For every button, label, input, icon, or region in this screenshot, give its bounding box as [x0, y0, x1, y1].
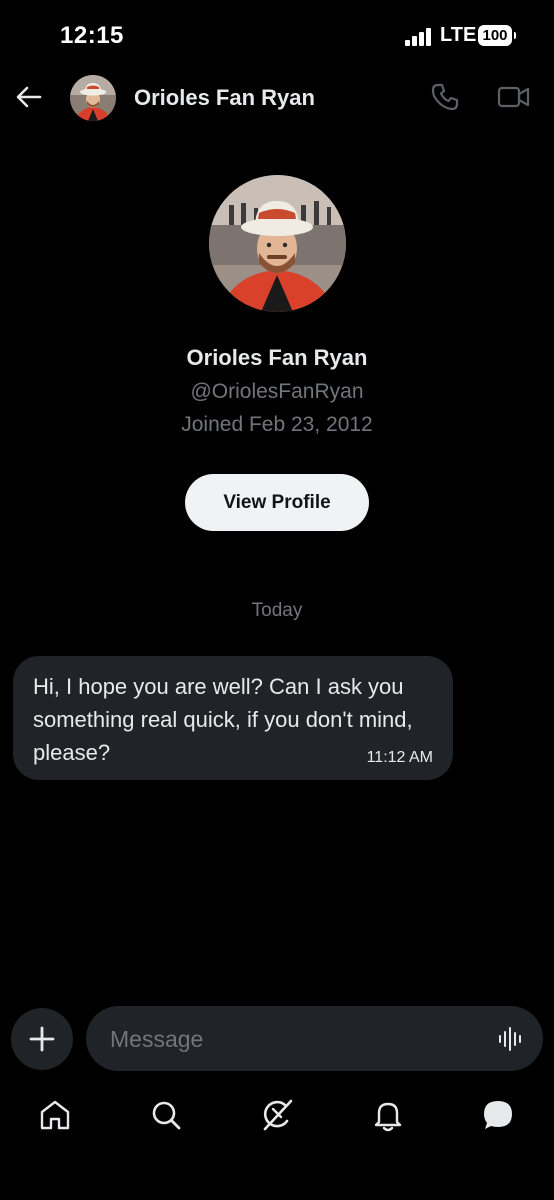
home-indicator — [205, 1185, 349, 1190]
battery-icon: 100 — [478, 25, 516, 46]
arrow-left-icon[interactable] — [14, 82, 44, 112]
profile-handle: @OriolesFanRyan — [190, 380, 364, 403]
bell-icon[interactable] — [370, 1097, 406, 1133]
video-camera-icon[interactable] — [496, 82, 532, 112]
phone-icon[interactable] — [430, 82, 460, 112]
add-attachment-button[interactable] — [11, 1008, 73, 1070]
view-profile-button[interactable]: View Profile — [185, 474, 369, 531]
message-input[interactable] — [108, 1018, 482, 1060]
status-time: 12:15 — [60, 22, 124, 49]
voice-waveform-icon[interactable] — [496, 1024, 526, 1054]
battery-level: 100 — [482, 27, 508, 44]
message-timestamp: 11:12 AM — [366, 749, 433, 766]
plus-icon — [29, 1026, 55, 1052]
message-bubble[interactable]: Hi, I hope you are well? Can I ask you s… — [13, 656, 453, 780]
bottom-navigation — [0, 1080, 554, 1160]
contact-name[interactable]: Orioles Fan Ryan — [134, 85, 315, 111]
network-type-label: LTE — [440, 24, 477, 46]
message-icon[interactable] — [480, 1097, 516, 1133]
conversation-header: Orioles Fan Ryan — [0, 70, 554, 130]
profile-joined-date: Joined Feb 23, 2012 — [181, 413, 373, 436]
grok-icon[interactable] — [259, 1097, 295, 1133]
message-composer — [86, 1006, 543, 1071]
profile-avatar[interactable] — [209, 175, 346, 312]
status-bar: 12:15 LTE 100 — [0, 0, 554, 70]
cellular-signal-icon — [405, 28, 435, 46]
search-icon[interactable] — [148, 1097, 184, 1133]
home-icon[interactable] — [37, 1097, 73, 1133]
header-avatar[interactable] — [70, 75, 116, 121]
date-divider: Today — [251, 600, 303, 621]
profile-name: Orioles Fan Ryan — [186, 345, 368, 370]
